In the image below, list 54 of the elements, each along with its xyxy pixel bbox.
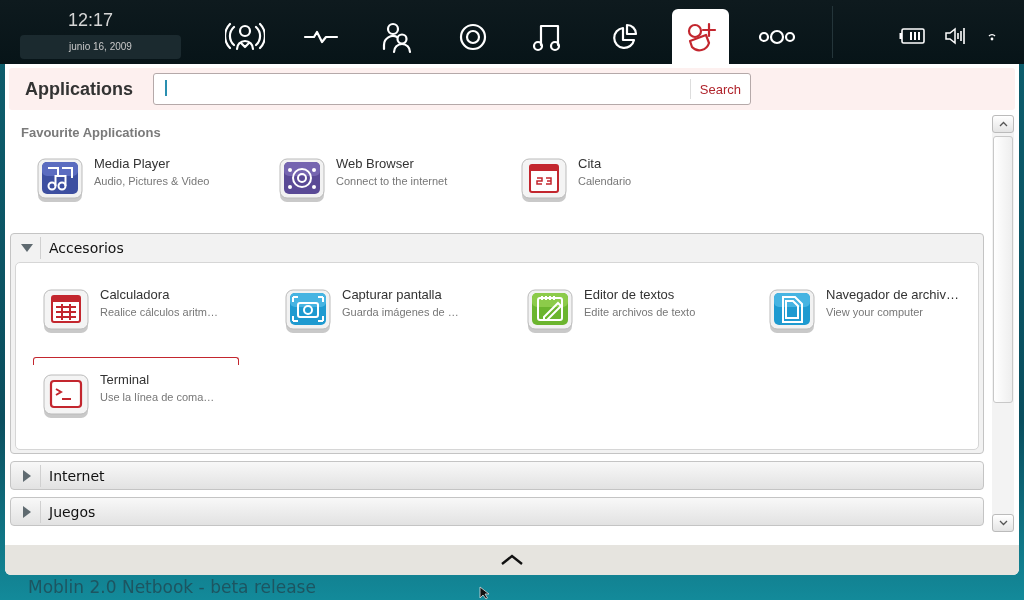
collapsed-icon — [21, 469, 33, 482]
camera-icon — [284, 287, 332, 335]
app-name: Editor de textos — [584, 287, 676, 302]
app-launcher[interactable]: Editor de textos Edite archivos de texto — [526, 283, 768, 343]
scroll-down-button[interactable] — [992, 514, 1014, 532]
app-description: Calendario — [578, 175, 632, 187]
search-field[interactable]: Search — [153, 73, 751, 105]
category-header[interactable]: Juegos — [11, 498, 983, 525]
document-icon — [768, 287, 816, 335]
search-button[interactable]: Search — [689, 79, 750, 99]
app-launcher[interactable]: Capturar pantalla Guarda imágenes de … — [284, 283, 526, 343]
clock-time: 12:17 — [68, 9, 114, 31]
battery-icon — [899, 28, 925, 44]
app-description: Audio, Pictures & Video — [94, 175, 210, 187]
music-app-icon — [36, 156, 84, 204]
expanded-icon — [21, 243, 33, 252]
chevron-up-icon — [500, 554, 524, 566]
panel-title: Applications — [25, 78, 134, 100]
app-name: Capturar pantalla — [342, 287, 443, 302]
app-name: Media Player — [94, 156, 171, 171]
app-description: Edite archivos de texto — [584, 306, 696, 318]
calendar-icon — [520, 156, 568, 204]
category-header[interactable]: Accesorios — [11, 234, 983, 261]
globe-app-icon — [278, 156, 326, 204]
cursor-icon — [479, 586, 491, 600]
scroll-thumb[interactable] — [993, 136, 1013, 403]
app-launcher[interactable]: Media Player Audio, Pictures & Video — [36, 152, 278, 212]
app-launcher[interactable]: Terminal Use la línea de coma… — [42, 368, 284, 428]
app-launcher[interactable]: Cita Calendario — [520, 152, 762, 212]
calculator-icon — [42, 287, 90, 335]
chevron-up-icon — [998, 121, 1008, 127]
volume-icon — [945, 26, 967, 46]
pencil-note-icon — [526, 287, 574, 335]
app-description: Guarda imágenes de … — [342, 306, 459, 318]
app-launcher[interactable]: Calculadora Realice cálculos aritm… — [42, 283, 284, 343]
chevron-down-icon — [998, 520, 1008, 526]
category-header[interactable]: Internet — [11, 462, 983, 489]
app-description: View your computer — [826, 306, 924, 318]
wifi-icon — [987, 31, 997, 41]
app-name: Web Browser — [336, 156, 415, 171]
terminal-icon — [42, 372, 90, 420]
app-name: Navegador de archiv… — [826, 287, 959, 302]
collapsed-icon — [21, 505, 33, 518]
app-name: Calculadora — [100, 287, 171, 302]
date-label: junio 16, 2009 — [20, 35, 181, 59]
section-heading: Favourite Applications — [21, 125, 162, 140]
app-description: Realice cálculos aritm… — [100, 306, 218, 318]
app-description: Connect to the internet — [336, 175, 448, 187]
app-name: Cita — [578, 156, 603, 171]
app-name: Terminal — [100, 372, 151, 387]
app-description: Use la línea de coma… — [100, 391, 215, 403]
app-launcher[interactable]: Web Browser Connect to the internet — [278, 152, 520, 212]
text-cursor — [165, 80, 167, 96]
scrollbar[interactable] — [992, 115, 1014, 532]
